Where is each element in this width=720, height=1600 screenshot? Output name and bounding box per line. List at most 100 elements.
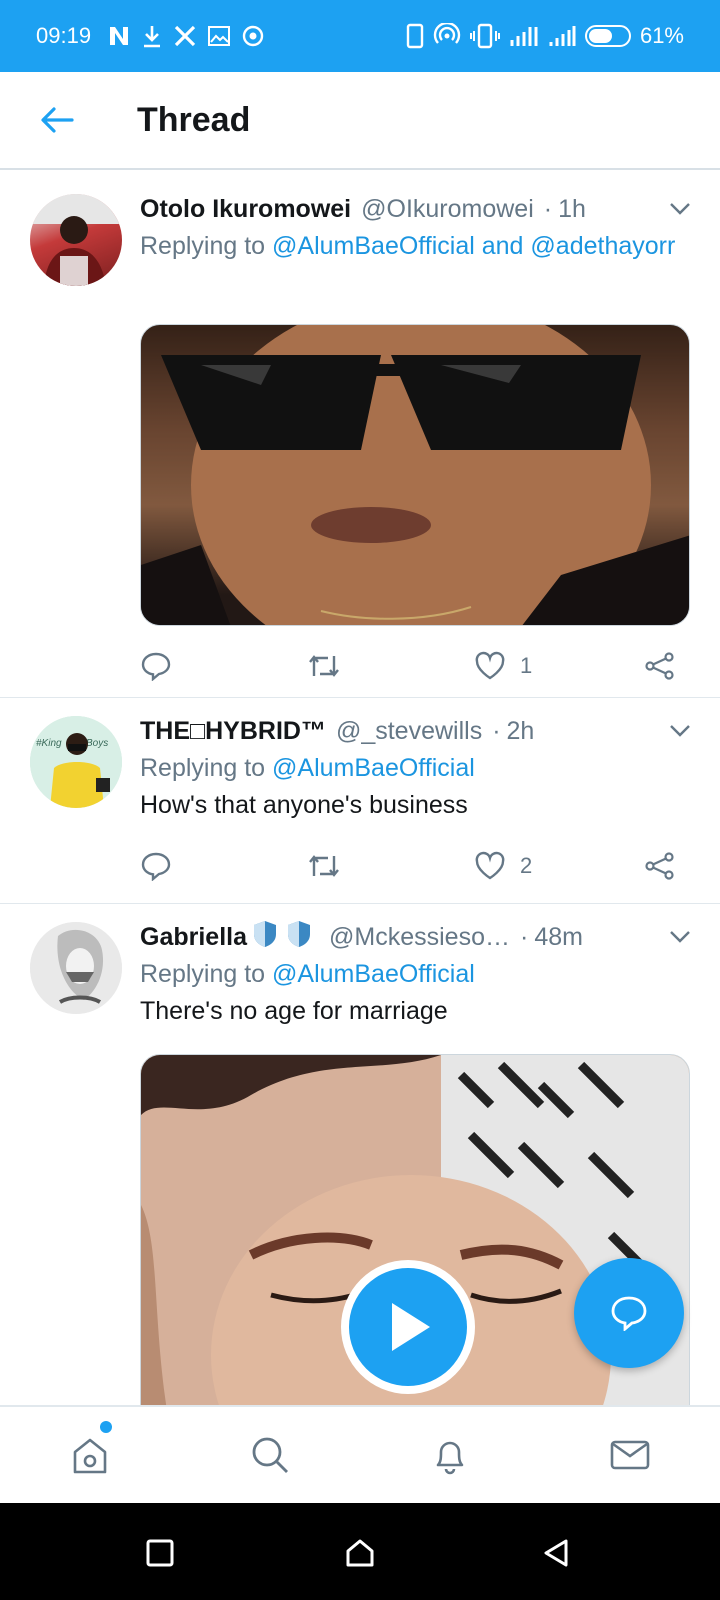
play-button[interactable] xyxy=(341,1260,475,1394)
replying-prefix: Replying to xyxy=(140,960,266,988)
arrow-left-icon xyxy=(41,107,74,133)
shield-badge-icon xyxy=(285,919,313,956)
hotspot-icon xyxy=(433,23,461,49)
reply-icon xyxy=(611,1296,647,1331)
share-button[interactable] xyxy=(644,651,676,681)
chevron-down-icon[interactable] xyxy=(668,723,692,739)
tweet[interactable]: #King Boys THE□HYBRID™ @_stevewills · 2h… xyxy=(0,698,720,904)
reply-button[interactable] xyxy=(140,651,172,681)
back-nav-button[interactable] xyxy=(534,1531,578,1575)
home-icon xyxy=(73,1438,107,1474)
mention-link[interactable]: @AlumBaeOfficial xyxy=(272,960,475,988)
top-app-bar: Thread xyxy=(0,72,720,170)
signal-icon xyxy=(548,24,576,48)
mention-link[interactable]: @AlumBaeOfficial and @adethayorr xyxy=(272,232,675,260)
phone-icon xyxy=(406,23,424,49)
signal-icon xyxy=(509,24,539,48)
chevron-down-icon[interactable] xyxy=(668,201,692,217)
heart-icon xyxy=(475,651,505,680)
battery-percent: 61% xyxy=(639,23,684,48)
selfie-image xyxy=(141,325,689,625)
mention-link[interactable]: @AlumBaeOfficial xyxy=(272,754,475,782)
tweet-time: 1h xyxy=(558,194,586,223)
heart-icon xyxy=(475,851,505,880)
reply-icon xyxy=(141,652,171,681)
tab-home[interactable] xyxy=(60,1425,120,1485)
unread-dot xyxy=(100,1421,112,1433)
page-title: Thread xyxy=(137,100,251,139)
like-button[interactable]: 1 xyxy=(474,651,532,681)
svg-text:Boys: Boys xyxy=(86,738,108,749)
shield-badge-icon xyxy=(251,919,279,956)
author-handle[interactable]: @_stevewills xyxy=(336,717,482,746)
x-icon xyxy=(173,25,197,47)
person-silhouette-icon: #King Boys xyxy=(30,716,122,808)
chevron-down-icon[interactable] xyxy=(668,929,692,945)
back-button[interactable] xyxy=(27,90,87,150)
messages-icon xyxy=(610,1440,650,1470)
tweet-photo[interactable] xyxy=(140,324,690,626)
thread-list[interactable]: Otolo Ikuromowei @OIkuromowei · 1h Reply… xyxy=(0,176,720,1406)
tab-search[interactable] xyxy=(240,1425,300,1485)
retweet-icon xyxy=(309,655,339,677)
like-count: 1 xyxy=(520,653,533,678)
status-bar: 09:19 61% xyxy=(0,0,720,72)
person-silhouette-icon xyxy=(30,922,122,1014)
share-button[interactable] xyxy=(644,851,676,881)
search-icon xyxy=(252,1437,288,1473)
share-icon xyxy=(645,652,674,680)
compose-reply-button[interactable] xyxy=(574,1258,684,1368)
tweet[interactable]: Otolo Ikuromowei @OIkuromowei · 1h Reply… xyxy=(0,176,720,698)
tweet-text: There's no age for marriage xyxy=(140,997,448,1025)
svg-text:#King: #King xyxy=(36,738,62,749)
author-name[interactable]: THE□HYBRID™ xyxy=(140,717,326,746)
netflix-icon xyxy=(107,25,131,47)
notifications-icon xyxy=(436,1441,464,1475)
system-navigation-bar xyxy=(0,1503,720,1600)
like-button[interactable]: 2 xyxy=(474,851,532,881)
tweet-actions: 1 xyxy=(140,646,688,686)
home-nav-button[interactable] xyxy=(338,1531,382,1575)
bottom-tab-bar xyxy=(0,1405,720,1503)
play-icon xyxy=(392,1303,430,1351)
author-name[interactable]: Otolo Ikuromowei xyxy=(140,195,351,224)
retweet-button[interactable] xyxy=(306,852,342,880)
tweet-time: 48m xyxy=(534,922,583,951)
retweet-icon xyxy=(309,855,339,877)
replying-to: Replying to @AlumBaeOfficial xyxy=(140,750,692,786)
author-name[interactable]: Gabriella xyxy=(140,923,247,952)
separator-dot: · xyxy=(492,716,501,745)
image-icon xyxy=(207,25,231,47)
separator-dot: · xyxy=(543,194,553,223)
share-icon xyxy=(645,852,674,880)
replying-prefix: Replying to xyxy=(140,232,266,260)
recents-icon xyxy=(146,1539,174,1567)
reply-button[interactable] xyxy=(140,851,172,881)
vibrate-icon xyxy=(469,23,500,49)
recents-button[interactable] xyxy=(138,1531,182,1575)
person-silhouette-icon xyxy=(30,194,122,286)
download-icon xyxy=(141,24,163,48)
separator-dot: · xyxy=(519,922,529,951)
like-count: 2 xyxy=(520,853,533,878)
battery-icon xyxy=(584,25,631,47)
home-button-icon xyxy=(346,1539,374,1567)
replying-to: Replying to @AlumBaeOfficial and @adetha… xyxy=(140,228,692,264)
tweet-time: 2h xyxy=(506,716,535,745)
author-handle[interactable]: @OIkuromowei xyxy=(361,195,534,224)
replying-prefix: Replying to xyxy=(140,754,266,782)
tab-messages[interactable] xyxy=(600,1425,660,1485)
back-triangle-icon xyxy=(544,1539,568,1567)
status-time: 09:19 xyxy=(36,23,92,48)
circle-icon xyxy=(241,24,265,48)
reply-icon xyxy=(141,852,171,881)
tweet-text: How's that anyone's business xyxy=(140,791,468,819)
avatar[interactable]: #King Boys xyxy=(30,716,122,808)
author-handle[interactable]: @Mckessieso… xyxy=(329,923,510,952)
avatar[interactable] xyxy=(30,922,122,1014)
tweet-actions: 2 xyxy=(140,846,688,886)
avatar[interactable] xyxy=(30,194,122,286)
replying-to: Replying to @AlumBaeOfficial xyxy=(140,956,692,992)
retweet-button[interactable] xyxy=(306,652,342,680)
tab-notifications[interactable] xyxy=(420,1425,480,1485)
